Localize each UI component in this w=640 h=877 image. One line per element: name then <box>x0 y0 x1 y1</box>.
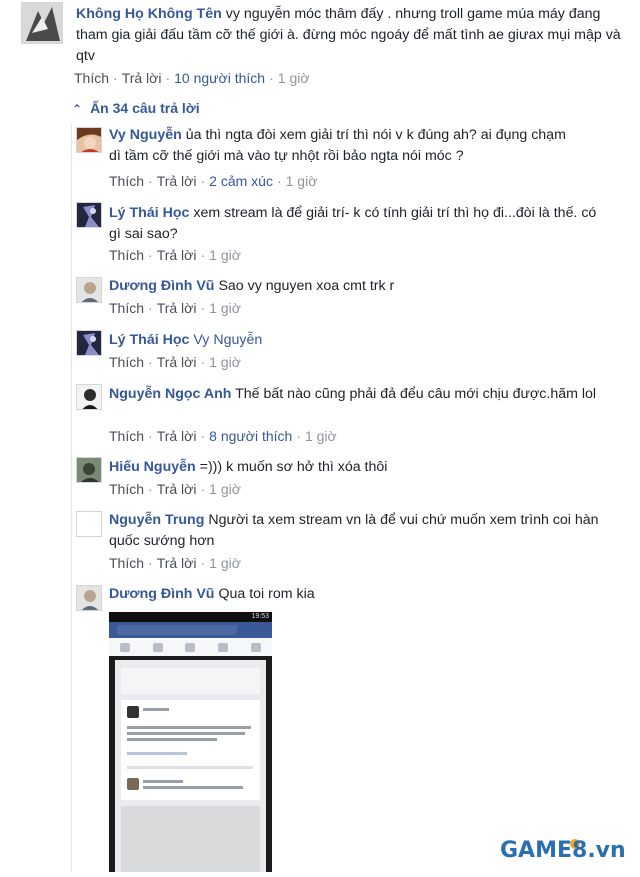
reply-body: Hiếu Nguyễn =))) k muốn sơ hở thì xóa th… <box>109 457 599 478</box>
reply-thread-line <box>71 124 72 872</box>
timestamp[interactable]: 1 giờ <box>209 300 241 316</box>
likes-count[interactable]: 8 người thích <box>209 428 292 444</box>
avatar-image-icon <box>22 3 62 43</box>
avatar[interactable] <box>76 585 102 611</box>
reply-body: Vy Nguyễn ủa thì ngta đòi xem giải trí t… <box>109 125 579 167</box>
reply-body: Nguyễn Trung Người ta xem stream vn là đ… <box>109 510 599 552</box>
phone-facebook-bar <box>109 622 272 638</box>
avatar[interactable] <box>76 127 102 153</box>
avatar-image-icon <box>77 128 101 152</box>
comment-actions: Thích · Trả lời · 1 giờ <box>109 555 241 571</box>
comment-author-link[interactable]: Hiếu Nguyễn <box>109 459 196 475</box>
comment-actions: Thích · Trả lời · 1 giờ <box>109 300 241 316</box>
comment-author-link[interactable]: Dương Đình Vũ <box>109 278 214 294</box>
watermark-logo: GAME8.vn <box>496 832 640 872</box>
mention-link[interactable]: Vy Nguyễn <box>193 332 262 348</box>
phone-tab-bar <box>109 638 272 656</box>
like-link[interactable]: Thích <box>109 173 144 189</box>
reply-link[interactable]: Trả lời <box>157 300 197 316</box>
chevron-up-icon: ⌃ <box>72 102 83 116</box>
comment-actions: Thích · Trả lời · 1 giờ <box>109 247 241 263</box>
reply-body: Lý Thái Học Vy Nguyễn <box>109 330 599 351</box>
reply-link[interactable]: Trả lời <box>157 247 197 263</box>
comment-author-link[interactable]: Không Họ Không Tên <box>76 6 222 22</box>
avatar-image-icon <box>77 586 101 610</box>
comment-actions: Thích · Trả lời · 8 người thích · 1 giờ <box>109 428 337 444</box>
avatar-image-icon <box>77 458 101 482</box>
avatar[interactable] <box>21 2 63 44</box>
comment-thread: Không Họ Không Tên vy nguyễn móc thâm đấ… <box>0 0 640 872</box>
avatar[interactable] <box>76 202 102 228</box>
comment-text: Sao vy nguyen xoa cmt trk r <box>218 278 395 294</box>
reactions-count[interactable]: 2 cảm xúc <box>209 173 273 189</box>
avatar[interactable] <box>76 384 102 410</box>
avatar-image-icon <box>77 331 101 355</box>
avatar-image-icon <box>77 512 101 536</box>
timestamp[interactable]: 1 giờ <box>278 70 310 86</box>
reply-body: Nguyễn Ngọc Anh Thế bất nào cũng phải đả… <box>109 384 599 405</box>
avatar[interactable] <box>76 457 102 483</box>
reply-link[interactable]: Trả lời <box>157 481 197 497</box>
timestamp[interactable]: 1 giờ <box>209 481 241 497</box>
comment-actions: Thích · Trả lời · 10 người thích · 1 giờ <box>74 70 310 86</box>
watermark-text: GAME8.vn <box>500 838 626 863</box>
phone-status-time: 19:53 <box>251 613 269 620</box>
like-link[interactable]: Thích <box>109 300 144 316</box>
like-link[interactable]: Thích <box>109 555 144 571</box>
reply-link[interactable]: Trả lời <box>157 428 197 444</box>
hide-replies-link[interactable]: ⌃ Ẩn 34 câu trả lời <box>72 100 200 116</box>
phone-status-bar: 19:53 <box>109 612 272 622</box>
like-link[interactable]: Thích <box>109 247 144 263</box>
like-link[interactable]: Thích <box>109 481 144 497</box>
comment-author-link[interactable]: Lý Thái Học <box>109 205 189 221</box>
like-link[interactable]: Thích <box>109 428 144 444</box>
reply-body: Lý Thái Học xem stream là để giải trí- k… <box>109 203 599 245</box>
comment-author-link[interactable]: Dương Đình Vũ <box>109 586 214 602</box>
timestamp[interactable]: 1 giờ <box>209 247 241 263</box>
reply-link[interactable]: Trả lời <box>157 173 197 189</box>
timestamp[interactable]: 1 giờ <box>305 428 337 444</box>
reply-body: Dương Đình Vũ Sao vy nguyen xoa cmt trk … <box>109 276 599 297</box>
timestamp[interactable]: 1 giờ <box>209 354 241 370</box>
comment-text: Thế bất nào cũng phải đả đểu câu mới chị… <box>235 386 597 402</box>
main-comment-body: Không Họ Không Tên vy nguyễn móc thâm đấ… <box>76 4 628 67</box>
timestamp[interactable]: 1 giờ <box>209 555 241 571</box>
avatar-image-icon <box>77 278 101 302</box>
avatar-image-icon <box>77 203 101 227</box>
timestamp[interactable]: 1 giờ <box>286 173 318 189</box>
reply-body: Dương Đình Vũ Qua toi rom kia <box>109 584 599 605</box>
avatar[interactable] <box>76 277 102 303</box>
comment-author-link[interactable]: Lý Thái Học <box>109 332 189 348</box>
like-link[interactable]: Thích <box>74 70 109 86</box>
hide-replies-label: Ẩn 34 câu trả lời <box>90 100 200 116</box>
comment-actions: Thích · Trả lời · 1 giờ <box>109 481 241 497</box>
avatar-image-icon <box>77 385 101 409</box>
comment-actions: Thích · Trả lời · 2 cảm xúc · 1 giờ <box>109 173 318 189</box>
comment-actions: Thích · Trả lời · 1 giờ <box>109 354 241 370</box>
attached-screenshot-image[interactable]: 19:53 <box>109 612 272 872</box>
phone-feed <box>115 660 266 872</box>
likes-count[interactable]: 10 người thích <box>174 70 265 86</box>
comment-author-link[interactable]: Nguyễn Ngọc Anh <box>109 386 231 402</box>
comment-text: Qua toi rom kia <box>218 586 315 602</box>
reply-link[interactable]: Trả lời <box>157 555 197 571</box>
comment-text: =))) k muốn sơ hở thì xóa thôi <box>199 459 388 475</box>
like-link[interactable]: Thích <box>109 354 144 370</box>
reply-link[interactable]: Trả lời <box>122 70 162 86</box>
comment-author-link[interactable]: Nguyễn Trung <box>109 512 204 528</box>
comment-author-link[interactable]: Vy Nguyễn <box>109 127 182 143</box>
avatar[interactable] <box>76 330 102 356</box>
reply-link[interactable]: Trả lời <box>157 354 197 370</box>
avatar[interactable] <box>76 511 102 537</box>
